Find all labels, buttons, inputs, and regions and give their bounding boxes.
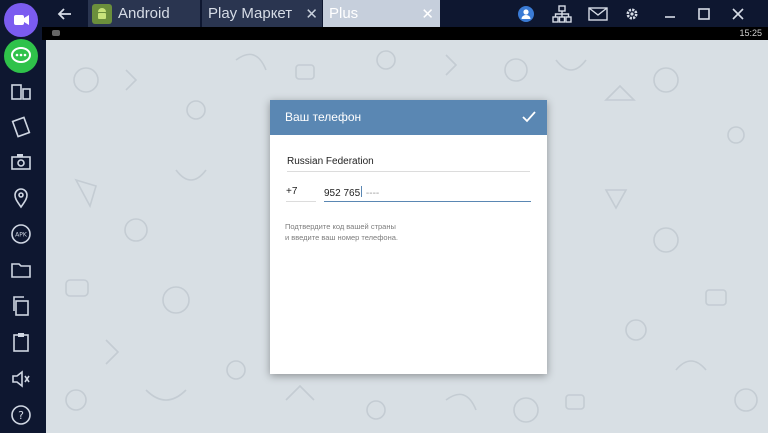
tab-android[interactable]: Android	[88, 0, 200, 27]
close-tab-icon[interactable]: ✕	[305, 5, 318, 23]
mail-icon[interactable]	[584, 0, 612, 27]
android-status-bar: 15:25	[42, 27, 768, 40]
text-caret	[361, 186, 363, 197]
copy-icon[interactable]	[9, 294, 33, 318]
folder-icon[interactable]	[9, 258, 33, 282]
left-sidebar: APK ?	[0, 0, 42, 433]
country-code-field[interactable]: +7	[286, 186, 316, 202]
dialog-hint: Подтвердите код вашей страны и введите в…	[285, 221, 485, 243]
user-icon[interactable]	[512, 0, 540, 27]
bluestacks-window: APK ? Android Play Маркет ✕ Plus ✕ 15:25…	[0, 0, 768, 433]
hint-line: Подтвердите код вашей страны	[285, 222, 396, 231]
close-tab-icon[interactable]: ✕	[421, 5, 434, 23]
rotate-icon[interactable]	[9, 115, 33, 139]
camera-icon[interactable]	[9, 150, 33, 174]
dialog-header: Ваш телефон	[270, 100, 547, 135]
phone-dialog: Ваш телефон Russian Federation +7 952 76…	[270, 100, 547, 374]
title-bar: Android Play Маркет ✕ Plus ✕	[42, 0, 768, 27]
phone-mask: ----	[363, 188, 380, 199]
tab-play-market[interactable]: Play Маркет ✕	[202, 0, 322, 27]
network-icon[interactable]	[548, 0, 576, 27]
location-icon[interactable]	[9, 186, 33, 210]
tab-label: Android	[118, 5, 170, 22]
gear-icon[interactable]	[618, 0, 646, 27]
video-call-icon[interactable]	[4, 3, 38, 37]
tab-label: Plus	[329, 5, 359, 22]
check-icon[interactable]	[521, 109, 537, 125]
country-field[interactable]: Russian Federation	[287, 156, 530, 172]
apk-icon[interactable]: APK	[9, 222, 33, 246]
dialog-title: Ваш телефон	[285, 110, 362, 124]
hint-line: и введите ваш номер телефона.	[285, 233, 398, 242]
help-icon[interactable]: ?	[9, 403, 33, 427]
clipboard-icon[interactable]	[9, 330, 33, 354]
notification-icon	[52, 30, 60, 36]
app-screen: Ваш телефон Russian Federation +7 952 76…	[46, 40, 768, 433]
back-arrow-icon[interactable]	[54, 4, 76, 24]
tab-plus[interactable]: Plus ✕	[323, 0, 440, 27]
volume-icon[interactable]	[9, 367, 33, 391]
window-controls	[512, 0, 752, 27]
android-icon	[92, 3, 112, 24]
close-icon[interactable]	[724, 0, 752, 27]
phone-number-input[interactable]: 952 765 ----	[324, 186, 531, 202]
chat-icon[interactable]	[4, 39, 38, 73]
tab-label: Play Маркет	[208, 5, 293, 22]
maximize-icon[interactable]	[690, 0, 718, 27]
phone-typed: 952 765	[324, 188, 361, 199]
svg-text:?: ?	[18, 409, 24, 422]
minimize-icon[interactable]	[656, 0, 684, 27]
multi-window-icon[interactable]	[9, 80, 33, 104]
status-time: 15:25	[739, 28, 762, 38]
svg-text:APK: APK	[15, 232, 28, 239]
